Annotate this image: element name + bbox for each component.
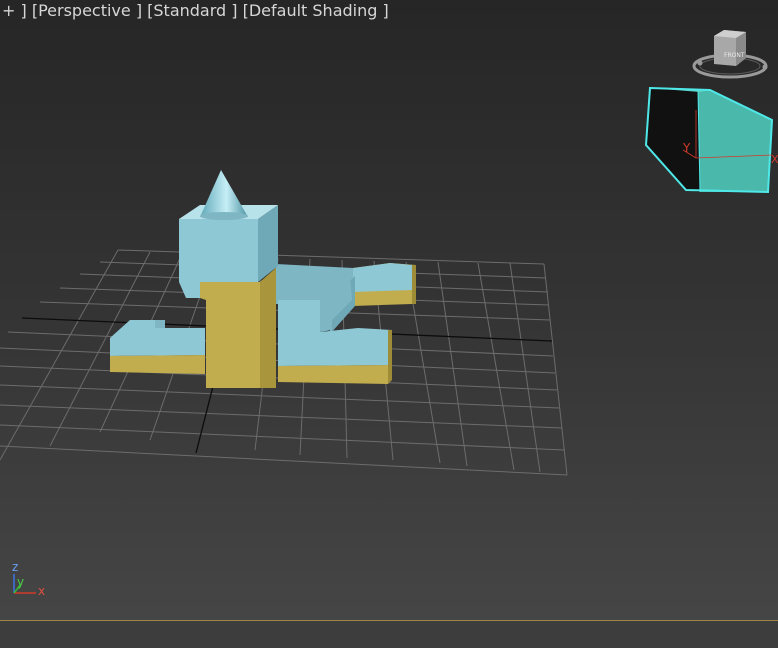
castle-model[interactable] xyxy=(110,170,416,388)
world-axis-tripod: z y x xyxy=(12,560,45,598)
left-arm xyxy=(110,320,205,374)
viewport-point-of-view-menu[interactable]: [Perspective ] xyxy=(32,1,142,20)
viewcube[interactable]: FRONT xyxy=(692,30,768,79)
viewport-bottom-strip xyxy=(0,621,778,648)
viewport-label-menu: + ] [Perspective ] [Standard ] [Default … xyxy=(2,1,389,21)
pivot-axis-x-label: X xyxy=(771,153,778,166)
right-arm-back xyxy=(353,263,416,306)
axis-z-label: z xyxy=(12,560,18,574)
viewcube-compass-handle[interactable] xyxy=(697,60,703,66)
pivot-axis-y-label: Y xyxy=(682,141,691,155)
axis-y-label: y xyxy=(17,575,24,589)
perspective-viewport[interactable]: FRONT Y X z y x + ] [Perspective ] [Stan… xyxy=(0,0,778,648)
axis-x-label: x xyxy=(38,584,45,598)
tower-cone xyxy=(200,170,248,220)
viewport-shading-mode-menu[interactable]: [Default Shading ] xyxy=(243,1,389,20)
viewport-general-menu[interactable]: + ] xyxy=(2,1,27,20)
viewcube-face-label: FRONT xyxy=(724,52,745,59)
viewcube-compass-handle[interactable] xyxy=(762,64,768,70)
selected-object[interactable]: Y X xyxy=(644,86,778,194)
viewport-canvas[interactable]: FRONT Y X z y x xyxy=(0,0,778,648)
viewport-shading-style-menu[interactable]: [Standard ] xyxy=(147,1,237,20)
